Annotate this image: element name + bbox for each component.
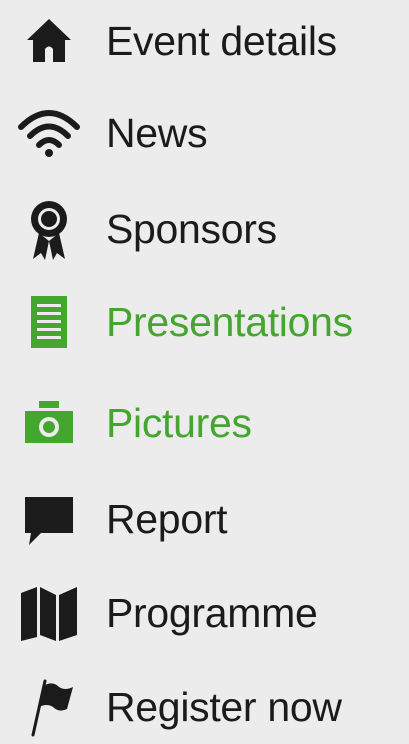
menu-item-label: Pictures [106,400,252,446]
speech-bubble-icon [14,484,84,554]
menu-item-label: Report [106,496,228,542]
menu-item-report[interactable]: Report [0,484,409,554]
menu-item-pictures[interactable]: Pictures [0,388,409,458]
home-icon [14,6,84,76]
wifi-icon [14,98,84,168]
menu-item-presentations[interactable]: Presentations [0,287,409,357]
menu-item-label: Sponsors [106,206,277,252]
menu-item-label: Presentations [106,299,353,345]
side-menu: Event details News Sponsors Presentation… [0,0,409,744]
camera-icon [14,388,84,458]
menu-item-programme[interactable]: Programme [0,578,409,648]
menu-item-label: News [106,110,208,156]
menu-item-label: Programme [106,590,318,636]
menu-item-news[interactable]: News [0,98,409,168]
map-icon [14,578,84,648]
flag-icon [14,672,84,742]
menu-item-sponsors[interactable]: Sponsors [0,194,409,264]
document-icon [14,287,84,357]
menu-item-event-details[interactable]: Event details [0,6,409,76]
award-ribbon-icon [14,194,84,264]
menu-item-register-now[interactable]: Register now [0,672,409,742]
menu-item-label: Register now [106,684,342,730]
menu-item-label: Event details [106,18,337,64]
